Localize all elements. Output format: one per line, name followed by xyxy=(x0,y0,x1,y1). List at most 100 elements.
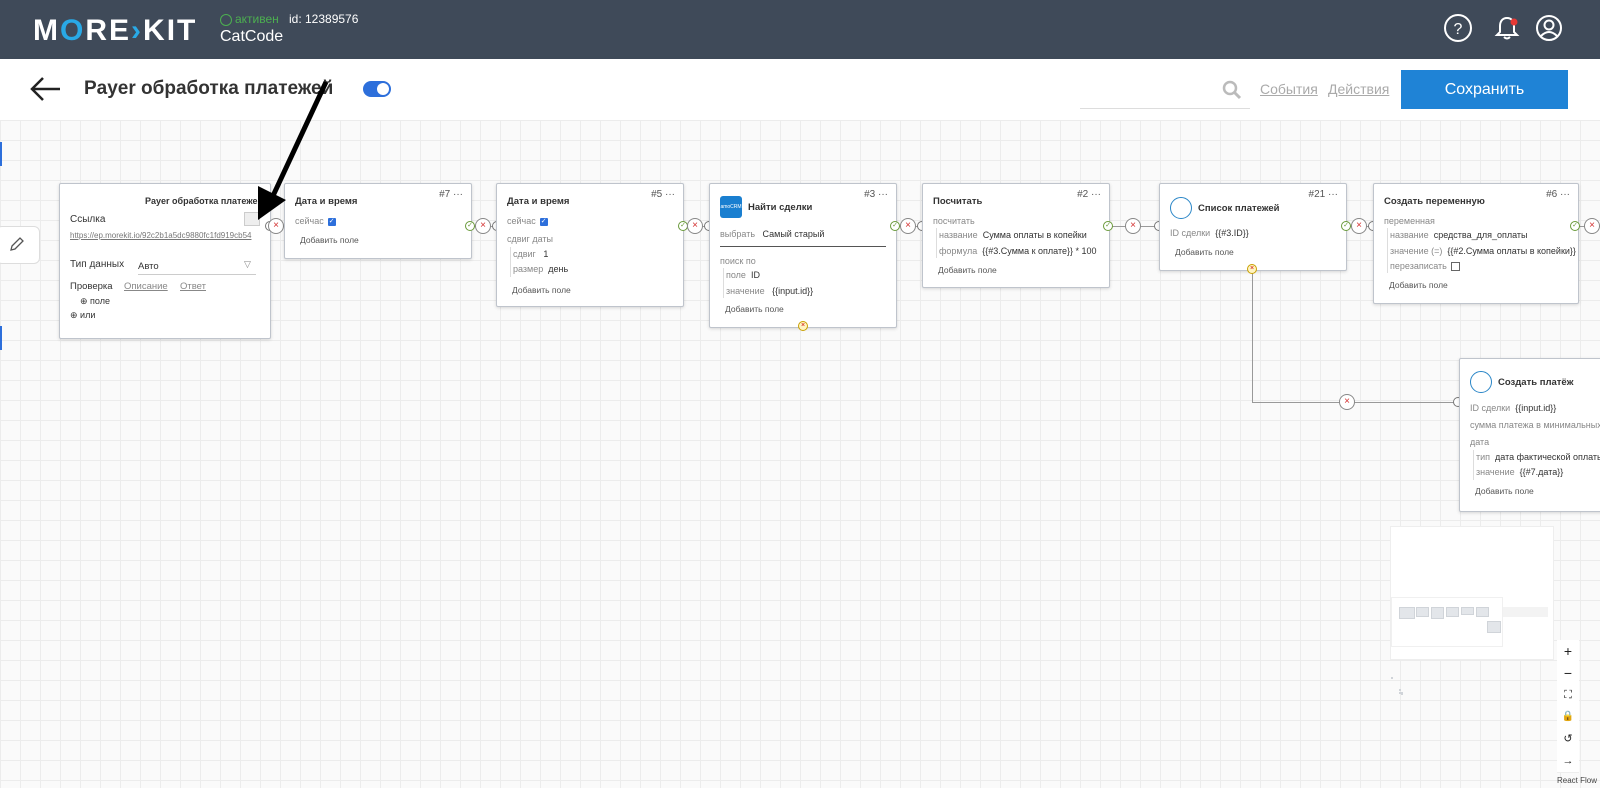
node-number-label: #6 xyxy=(1546,189,1558,200)
remove-connection-button[interactable]: × xyxy=(1584,218,1600,234)
fit-view-button[interactable]: ⛶ xyxy=(1557,684,1579,707)
minimap[interactable] xyxy=(1390,526,1554,695)
data-type-label: Тип данных xyxy=(70,259,125,270)
check-icon: ✓ xyxy=(1341,221,1351,231)
pencil-icon xyxy=(10,237,24,251)
remove-connection-button[interactable]: × xyxy=(687,218,703,234)
name-label: название xyxy=(939,230,978,240)
shift-value[interactable]: 1 xyxy=(543,249,548,259)
overwrite-label: перезаписать xyxy=(1390,261,1447,271)
remove-connection-button[interactable]: × xyxy=(1351,218,1367,234)
add-field-button[interactable]: Добавить поле xyxy=(725,304,784,314)
shift-date-label: сдвиг даты xyxy=(507,234,553,244)
add-field-button[interactable]: Добавить поле xyxy=(1175,247,1234,257)
payment-service-icon xyxy=(1170,197,1192,219)
tab-check[interactable]: Проверка xyxy=(70,281,113,292)
find-deals-node-3[interactable]: amoCRM Найти сделки #3 ··· выбрать Самый… xyxy=(709,183,897,328)
plus-icon: ⊕ xyxy=(70,310,81,320)
now-checkbox[interactable]: сейчас xyxy=(507,216,548,226)
tab-answer[interactable]: Ответ xyxy=(180,281,206,292)
add-field-button[interactable]: Добавить поле xyxy=(1389,280,1448,290)
help-icon[interactable]: ? xyxy=(1444,14,1472,42)
zoom-out-button[interactable]: − xyxy=(1557,662,1579,685)
payment-service-icon xyxy=(1470,371,1492,393)
type-value[interactable]: дата фактической оплаты xyxy=(1495,452,1600,462)
edit-button[interactable] xyxy=(0,226,40,264)
add-or-label: или xyxy=(80,310,96,320)
account-name[interactable]: CatCode xyxy=(220,28,283,46)
trigger-node[interactable]: Payer обработка платежей Ссылка https://… xyxy=(59,183,271,339)
deal-id-value[interactable]: {{#3.ID}} xyxy=(1215,228,1249,238)
choose-value[interactable]: Самый старый xyxy=(763,229,825,239)
user-icon[interactable] xyxy=(1535,14,1563,42)
active-toggle[interactable] xyxy=(363,81,391,97)
add-field-button[interactable]: ⊕ поле xyxy=(80,296,110,307)
chevron-down-icon: ▽ xyxy=(244,259,251,269)
deal-id-value[interactable]: {{input.id}} xyxy=(1515,403,1556,413)
value-value[interactable]: {{#7.дата}} xyxy=(1520,467,1564,477)
overwrite-checkbox[interactable]: перезаписать xyxy=(1390,261,1460,272)
choose-label: выбрать xyxy=(720,229,756,239)
search-icon[interactable] xyxy=(1222,80,1242,100)
back-arrow-icon[interactable] xyxy=(30,75,62,103)
datetime-node-5[interactable]: Дата и время #5 ··· сейчас сдвиг даты сд… xyxy=(496,183,684,307)
value-value[interactable]: {{#2.Сумма оплаты в копейки}} xyxy=(1447,246,1576,256)
create-payment-node[interactable]: Создать платёж ID сделки {{input.id}} су… xyxy=(1459,358,1600,512)
node-number-label: #3 xyxy=(864,189,876,200)
field-value[interactable]: ID xyxy=(751,270,760,280)
add-field-button[interactable]: Добавить поле xyxy=(938,265,997,275)
node-title: Создать платёж xyxy=(1498,377,1574,388)
calculate-node-2[interactable]: Посчитать #2 ··· посчитать название Сумм… xyxy=(922,183,1110,288)
node-number-label: #21 xyxy=(1308,189,1326,200)
payment-list-node-21[interactable]: Список платежей #21 ··· ID сделки {{#3.I… xyxy=(1159,183,1347,271)
formula-value[interactable]: {{#3.Сумма к оплате}} * 100 xyxy=(982,246,1096,256)
size-value[interactable]: день xyxy=(548,264,568,274)
actions-link[interactable]: Действия xyxy=(1328,81,1389,97)
tab-description[interactable]: Описание xyxy=(124,281,168,292)
node-number-label: #7 xyxy=(439,189,451,200)
check-icon: ✓ xyxy=(465,221,475,231)
amount-label: сумма платежа в минимальных xyxy=(1470,420,1600,430)
amocrm-logo: amoCRM xyxy=(720,196,742,218)
add-field-button[interactable]: Добавить поле xyxy=(300,235,359,245)
react-flow-attribution[interactable]: React Flow xyxy=(1557,776,1597,785)
reset-button[interactable]: ↺ xyxy=(1557,728,1579,751)
remove-connection-button[interactable]: × xyxy=(1125,218,1141,234)
logo[interactable]: MORE›KIT xyxy=(33,14,197,48)
events-link[interactable]: События xyxy=(1260,81,1318,97)
data-type-select[interactable]: Авто xyxy=(138,261,159,272)
name-value[interactable]: Сумма оплаты в копейки xyxy=(983,230,1087,240)
name-label: название xyxy=(1390,230,1429,240)
value-value[interactable]: {{input.id}} xyxy=(772,286,813,296)
error-port[interactable]: × xyxy=(798,321,808,331)
status-badge: активен xyxy=(220,12,279,26)
name-value[interactable]: средства_для_оплаты xyxy=(1434,230,1528,240)
lock-button[interactable]: 🔒 xyxy=(1557,706,1579,729)
value-label: значение xyxy=(726,286,765,296)
node-number: #6 ··· xyxy=(1546,189,1570,200)
field-label: поле xyxy=(726,270,746,280)
save-button[interactable]: Сохранить xyxy=(1401,70,1568,109)
webhook-url[interactable]: https://ep.morekit.io/92c2b1a5dc9880fc1f… xyxy=(70,231,251,240)
check-icon: ✓ xyxy=(890,221,900,231)
type-label: тип xyxy=(1476,452,1491,462)
remove-connection-button[interactable]: × xyxy=(1339,394,1355,410)
remove-connection-button[interactable]: × xyxy=(900,218,916,234)
search-by-label: поиск по xyxy=(720,256,756,266)
value-label: значение xyxy=(1476,467,1515,477)
create-variable-node-6[interactable]: Создать переменную #6 ··· переменная наз… xyxy=(1373,183,1579,304)
shift-label: сдвиг xyxy=(513,249,536,259)
add-field-button[interactable]: Добавить поле xyxy=(1475,486,1534,496)
trigger-title: Payer обработка платежей xyxy=(145,196,264,206)
node-title: Список платежей xyxy=(1198,203,1280,214)
search-input[interactable] xyxy=(1080,108,1250,109)
formula-label: формула xyxy=(939,246,978,256)
node-number-label: #5 xyxy=(651,189,663,200)
add-field-button[interactable]: Добавить поле xyxy=(512,285,571,295)
add-or-button[interactable]: ⊕ или xyxy=(70,310,95,321)
next-button[interactable]: → xyxy=(1557,750,1579,773)
zoom-in-button[interactable]: + xyxy=(1557,640,1579,663)
remove-connection-button[interactable]: × xyxy=(475,218,491,234)
bell-icon[interactable] xyxy=(1493,14,1521,42)
error-port[interactable]: × xyxy=(1247,264,1257,274)
